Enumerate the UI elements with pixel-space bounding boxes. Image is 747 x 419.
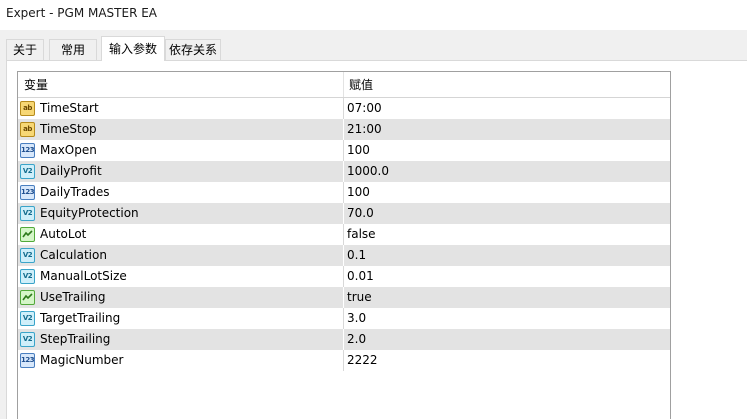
variable-value[interactable]: 70.0 bbox=[347, 203, 374, 224]
variable-value[interactable]: 0.01 bbox=[347, 266, 374, 287]
double-type-icon: V2 bbox=[20, 164, 35, 179]
cell-divider bbox=[343, 161, 344, 182]
table-row[interactable]: 123 DailyTrades 100 bbox=[18, 182, 670, 203]
table-row[interactable]: V2 EquityProtection 70.0 bbox=[18, 203, 670, 224]
integer-type-icon: 123 bbox=[20, 143, 35, 158]
table-row[interactable]: ab TimeStop 21:00 bbox=[18, 119, 670, 140]
table-row[interactable]: 123 MaxOpen 100 bbox=[18, 140, 670, 161]
table-row[interactable]: 123 MagicNumber 2222 bbox=[18, 350, 670, 371]
variable-name: AutoLot bbox=[40, 227, 87, 241]
window-title: Expert - PGM MASTER EA bbox=[6, 6, 158, 20]
variable-name: EquityProtection bbox=[40, 206, 139, 220]
cell-divider bbox=[343, 182, 344, 203]
cell-divider bbox=[343, 203, 344, 224]
table-row[interactable]: V2 Calculation 0.1 bbox=[18, 245, 670, 266]
variable-name: DailyProfit bbox=[40, 164, 102, 178]
variable-value[interactable]: true bbox=[347, 287, 372, 308]
bool-type-icon bbox=[20, 290, 35, 305]
variable-name: TimeStop bbox=[40, 122, 97, 136]
column-header-variable[interactable]: 变量 bbox=[24, 72, 48, 97]
tab-common[interactable]: 常用 bbox=[49, 39, 97, 60]
table-row[interactable]: UseTrailing true bbox=[18, 287, 670, 308]
table-header: 变量 赋值 bbox=[18, 72, 670, 98]
cell-divider bbox=[343, 350, 344, 371]
cell-divider bbox=[343, 140, 344, 161]
double-type-icon: V2 bbox=[20, 206, 35, 221]
string-type-icon: ab bbox=[20, 122, 35, 137]
tab-strip: 关于 常用 输入参数 依存关系 bbox=[0, 30, 747, 61]
cell-divider bbox=[343, 119, 344, 140]
tab-about[interactable]: 关于 bbox=[6, 39, 44, 60]
tab-dependencies[interactable]: 依存关系 bbox=[165, 39, 221, 60]
cell-divider bbox=[343, 287, 344, 308]
variable-name: MagicNumber bbox=[40, 353, 124, 367]
variable-name: UseTrailing bbox=[40, 290, 106, 304]
table-row[interactable]: V2 StepTrailing 2.0 bbox=[18, 329, 670, 350]
variable-value[interactable]: 0.1 bbox=[347, 245, 366, 266]
cell-divider bbox=[343, 224, 344, 245]
column-divider[interactable] bbox=[343, 72, 344, 97]
variable-name: ManualLotSize bbox=[40, 269, 127, 283]
string-type-icon: ab bbox=[20, 101, 35, 116]
column-header-value[interactable]: 赋值 bbox=[349, 72, 373, 97]
variable-value[interactable]: 1000.0 bbox=[347, 161, 389, 182]
variable-value[interactable]: 100 bbox=[347, 182, 370, 203]
variable-value[interactable]: 07:00 bbox=[347, 98, 382, 119]
integer-type-icon: 123 bbox=[20, 185, 35, 200]
double-type-icon: V2 bbox=[20, 269, 35, 284]
cell-divider bbox=[343, 329, 344, 350]
variable-value[interactable]: 2222 bbox=[347, 350, 378, 371]
variable-value[interactable]: false bbox=[347, 224, 376, 245]
variable-value[interactable]: 100 bbox=[347, 140, 370, 161]
inputs-table: 变量 赋值 ab TimeStart 07:00 ab TimeStop 21:00 123… bbox=[17, 71, 671, 419]
variable-name: StepTrailing bbox=[40, 332, 111, 346]
variable-value[interactable]: 21:00 bbox=[347, 119, 382, 140]
double-type-icon: V2 bbox=[20, 311, 35, 326]
variable-name: TimeStart bbox=[40, 101, 99, 115]
table-row[interactable]: ab TimeStart 07:00 bbox=[18, 98, 670, 119]
integer-type-icon: 123 bbox=[20, 353, 35, 368]
table-row[interactable]: V2 ManualLotSize 0.01 bbox=[18, 266, 670, 287]
table-row[interactable]: AutoLot false bbox=[18, 224, 670, 245]
variable-name: TargetTrailing bbox=[40, 311, 121, 325]
variable-value[interactable]: 2.0 bbox=[347, 329, 366, 350]
window-titlebar: Expert - PGM MASTER EA bbox=[0, 0, 747, 30]
cell-divider bbox=[343, 266, 344, 287]
cell-divider bbox=[343, 98, 344, 119]
cell-divider bbox=[343, 245, 344, 266]
table-row[interactable]: V2 DailyProfit 1000.0 bbox=[18, 161, 670, 182]
variable-name: MaxOpen bbox=[40, 143, 97, 157]
variable-value[interactable]: 3.0 bbox=[347, 308, 366, 329]
table-row[interactable]: V2 TargetTrailing 3.0 bbox=[18, 308, 670, 329]
cell-divider bbox=[343, 308, 344, 329]
bool-type-icon bbox=[20, 227, 35, 242]
double-type-icon: V2 bbox=[20, 248, 35, 263]
variable-name: Calculation bbox=[40, 248, 107, 262]
variable-name: DailyTrades bbox=[40, 185, 110, 199]
double-type-icon: V2 bbox=[20, 332, 35, 347]
tab-inputs[interactable]: 输入参数 bbox=[101, 36, 165, 61]
